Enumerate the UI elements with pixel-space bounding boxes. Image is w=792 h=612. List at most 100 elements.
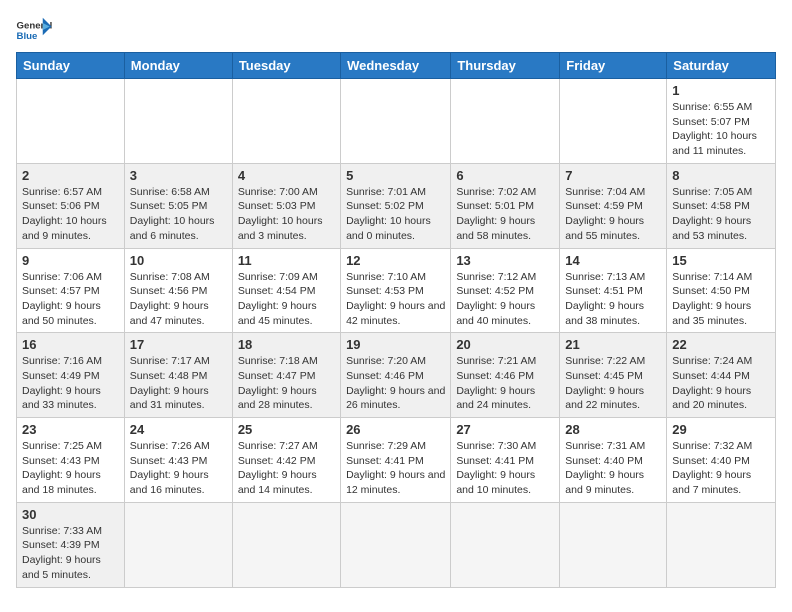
calendar-cell (341, 79, 451, 164)
day-info: Sunrise: 7:14 AM Sunset: 4:50 PM Dayligh… (672, 270, 770, 329)
day-info: Sunrise: 7:27 AM Sunset: 4:42 PM Dayligh… (238, 439, 335, 498)
calendar-cell: 28 Sunrise: 7:31 AM Sunset: 4:40 PM Dayli… (560, 418, 667, 503)
calendar-cell: 2Sunrise: 6:57 AM Sunset: 5:06 PM Daylig… (17, 163, 125, 248)
day-header-sunday: Sunday (17, 53, 125, 79)
day-info: Sunrise: 7:30 AM Sunset: 4:41 PM Dayligh… (456, 439, 554, 498)
day-info: Sunrise: 6:57 AM Sunset: 5:06 PM Dayligh… (22, 185, 119, 244)
calendar-cell: 4 Sunrise: 7:00 AM Sunset: 5:03 PM Daylig… (232, 163, 340, 248)
day-info: Sunrise: 7:29 AM Sunset: 4:41 PM Dayligh… (346, 439, 445, 498)
day-number: 3 (130, 168, 227, 183)
day-info: Sunrise: 7:10 AM Sunset: 4:53 PM Dayligh… (346, 270, 445, 329)
day-number: 10 (130, 253, 227, 268)
day-info: Sunrise: 7:26 AM Sunset: 4:43 PM Dayligh… (130, 439, 227, 498)
calendar-week-row: 23Sunrise: 7:25 AM Sunset: 4:43 PM Dayli… (17, 418, 776, 503)
day-info: Sunrise: 7:17 AM Sunset: 4:48 PM Dayligh… (130, 354, 227, 413)
day-number: 14 (565, 253, 661, 268)
day-number: 5 (346, 168, 445, 183)
calendar-cell: 1 Sunrise: 6:55 AM Sunset: 5:07 PM Daylig… (667, 79, 776, 164)
day-header-tuesday: Tuesday (232, 53, 340, 79)
calendar-cell: 19 Sunrise: 7:20 AM Sunset: 4:46 PM Dayli… (341, 333, 451, 418)
calendar-cell (124, 502, 232, 587)
logo: General Blue (16, 16, 52, 44)
day-number: 9 (22, 253, 119, 268)
calendar-table: SundayMondayTuesdayWednesdayThursdayFrid… (16, 52, 776, 588)
calendar-week-row: 16Sunrise: 7:16 AM Sunset: 4:49 PM Dayli… (17, 333, 776, 418)
day-number: 19 (346, 337, 445, 352)
calendar-cell: 6Sunrise: 7:02 AM Sunset: 5:01 PM Daylig… (451, 163, 560, 248)
calendar-cell: 8 Sunrise: 7:05 AM Sunset: 4:58 PM Daylig… (667, 163, 776, 248)
page-header: General Blue (16, 16, 776, 44)
day-number: 4 (238, 168, 335, 183)
svg-text:Blue: Blue (17, 31, 38, 42)
day-info: Sunrise: 7:05 AM Sunset: 4:58 PM Dayligh… (672, 185, 770, 244)
day-number: 28 (565, 422, 661, 437)
calendar-cell: 11Sunrise: 7:09 AM Sunset: 4:54 PM Dayli… (232, 248, 340, 333)
calendar-cell: 16Sunrise: 7:16 AM Sunset: 4:49 PM Dayli… (17, 333, 125, 418)
calendar-cell: 9 Sunrise: 7:06 AM Sunset: 4:57 PM Daylig… (17, 248, 125, 333)
calendar-cell: 26 Sunrise: 7:29 AM Sunset: 4:41 PM Dayli… (341, 418, 451, 503)
day-number: 15 (672, 253, 770, 268)
calendar-cell: 7Sunrise: 7:04 AM Sunset: 4:59 PM Daylig… (560, 163, 667, 248)
day-number: 26 (346, 422, 445, 437)
day-number: 8 (672, 168, 770, 183)
day-info: Sunrise: 7:32 AM Sunset: 4:40 PM Dayligh… (672, 439, 770, 498)
day-info: Sunrise: 7:24 AM Sunset: 4:44 PM Dayligh… (672, 354, 770, 413)
calendar-week-row: 30 Sunrise: 7:33 AM Sunset: 4:39 PM Dayli… (17, 502, 776, 587)
day-info: Sunrise: 6:55 AM Sunset: 5:07 PM Dayligh… (672, 100, 770, 159)
day-info: Sunrise: 7:06 AM Sunset: 4:57 PM Dayligh… (22, 270, 119, 329)
day-info: Sunrise: 7:08 AM Sunset: 4:56 PM Dayligh… (130, 270, 227, 329)
day-number: 11 (238, 253, 335, 268)
day-number: 1 (672, 83, 770, 98)
day-header-thursday: Thursday (451, 53, 560, 79)
calendar-week-row: 1 Sunrise: 6:55 AM Sunset: 5:07 PM Daylig… (17, 79, 776, 164)
calendar-cell: 20Sunrise: 7:21 AM Sunset: 4:46 PM Dayli… (451, 333, 560, 418)
calendar-week-row: 9 Sunrise: 7:06 AM Sunset: 4:57 PM Daylig… (17, 248, 776, 333)
day-number: 7 (565, 168, 661, 183)
day-info: Sunrise: 6:58 AM Sunset: 5:05 PM Dayligh… (130, 185, 227, 244)
calendar-cell: 27Sunrise: 7:30 AM Sunset: 4:41 PM Dayli… (451, 418, 560, 503)
day-header-friday: Friday (560, 53, 667, 79)
day-info: Sunrise: 7:01 AM Sunset: 5:02 PM Dayligh… (346, 185, 445, 244)
day-number: 18 (238, 337, 335, 352)
day-number: 13 (456, 253, 554, 268)
calendar-cell: 18 Sunrise: 7:18 AM Sunset: 4:47 PM Dayli… (232, 333, 340, 418)
day-info: Sunrise: 7:33 AM Sunset: 4:39 PM Dayligh… (22, 524, 119, 583)
day-info: Sunrise: 7:22 AM Sunset: 4:45 PM Dayligh… (565, 354, 661, 413)
calendar-cell: 3 Sunrise: 6:58 AM Sunset: 5:05 PM Daylig… (124, 163, 232, 248)
day-header-monday: Monday (124, 53, 232, 79)
day-info: Sunrise: 7:18 AM Sunset: 4:47 PM Dayligh… (238, 354, 335, 413)
calendar-cell (341, 502, 451, 587)
calendar-cell (17, 79, 125, 164)
day-info: Sunrise: 7:12 AM Sunset: 4:52 PM Dayligh… (456, 270, 554, 329)
day-number: 30 (22, 507, 119, 522)
day-number: 25 (238, 422, 335, 437)
day-number: 12 (346, 253, 445, 268)
day-info: Sunrise: 7:25 AM Sunset: 4:43 PM Dayligh… (22, 439, 119, 498)
day-info: Sunrise: 7:31 AM Sunset: 4:40 PM Dayligh… (565, 439, 661, 498)
day-number: 17 (130, 337, 227, 352)
calendar-cell (124, 79, 232, 164)
calendar-cell: 14 Sunrise: 7:13 AM Sunset: 4:51 PM Dayli… (560, 248, 667, 333)
day-info: Sunrise: 7:13 AM Sunset: 4:51 PM Dayligh… (565, 270, 661, 329)
calendar-cell: 29 Sunrise: 7:32 AM Sunset: 4:40 PM Dayli… (667, 418, 776, 503)
calendar-cell (232, 79, 340, 164)
calendar-cell: 24 Sunrise: 7:26 AM Sunset: 4:43 PM Dayli… (124, 418, 232, 503)
calendar-cell (232, 502, 340, 587)
calendar-cell: 22 Sunrise: 7:24 AM Sunset: 4:44 PM Dayli… (667, 333, 776, 418)
day-number: 24 (130, 422, 227, 437)
day-info: Sunrise: 7:20 AM Sunset: 4:46 PM Dayligh… (346, 354, 445, 413)
calendar-cell (560, 79, 667, 164)
calendar-cell: 5 Sunrise: 7:01 AM Sunset: 5:02 PM Daylig… (341, 163, 451, 248)
day-number: 22 (672, 337, 770, 352)
calendar-cell: 21Sunrise: 7:22 AM Sunset: 4:45 PM Dayli… (560, 333, 667, 418)
calendar-cell (560, 502, 667, 587)
day-info: Sunrise: 7:00 AM Sunset: 5:03 PM Dayligh… (238, 185, 335, 244)
day-number: 16 (22, 337, 119, 352)
day-header-saturday: Saturday (667, 53, 776, 79)
calendar-cell: 13 Sunrise: 7:12 AM Sunset: 4:52 PM Dayli… (451, 248, 560, 333)
day-number: 29 (672, 422, 770, 437)
calendar-cell: 30 Sunrise: 7:33 AM Sunset: 4:39 PM Dayli… (17, 502, 125, 587)
calendar-cell: 23Sunrise: 7:25 AM Sunset: 4:43 PM Dayli… (17, 418, 125, 503)
calendar-cell: 15 Sunrise: 7:14 AM Sunset: 4:50 PM Dayli… (667, 248, 776, 333)
day-header-wednesday: Wednesday (341, 53, 451, 79)
